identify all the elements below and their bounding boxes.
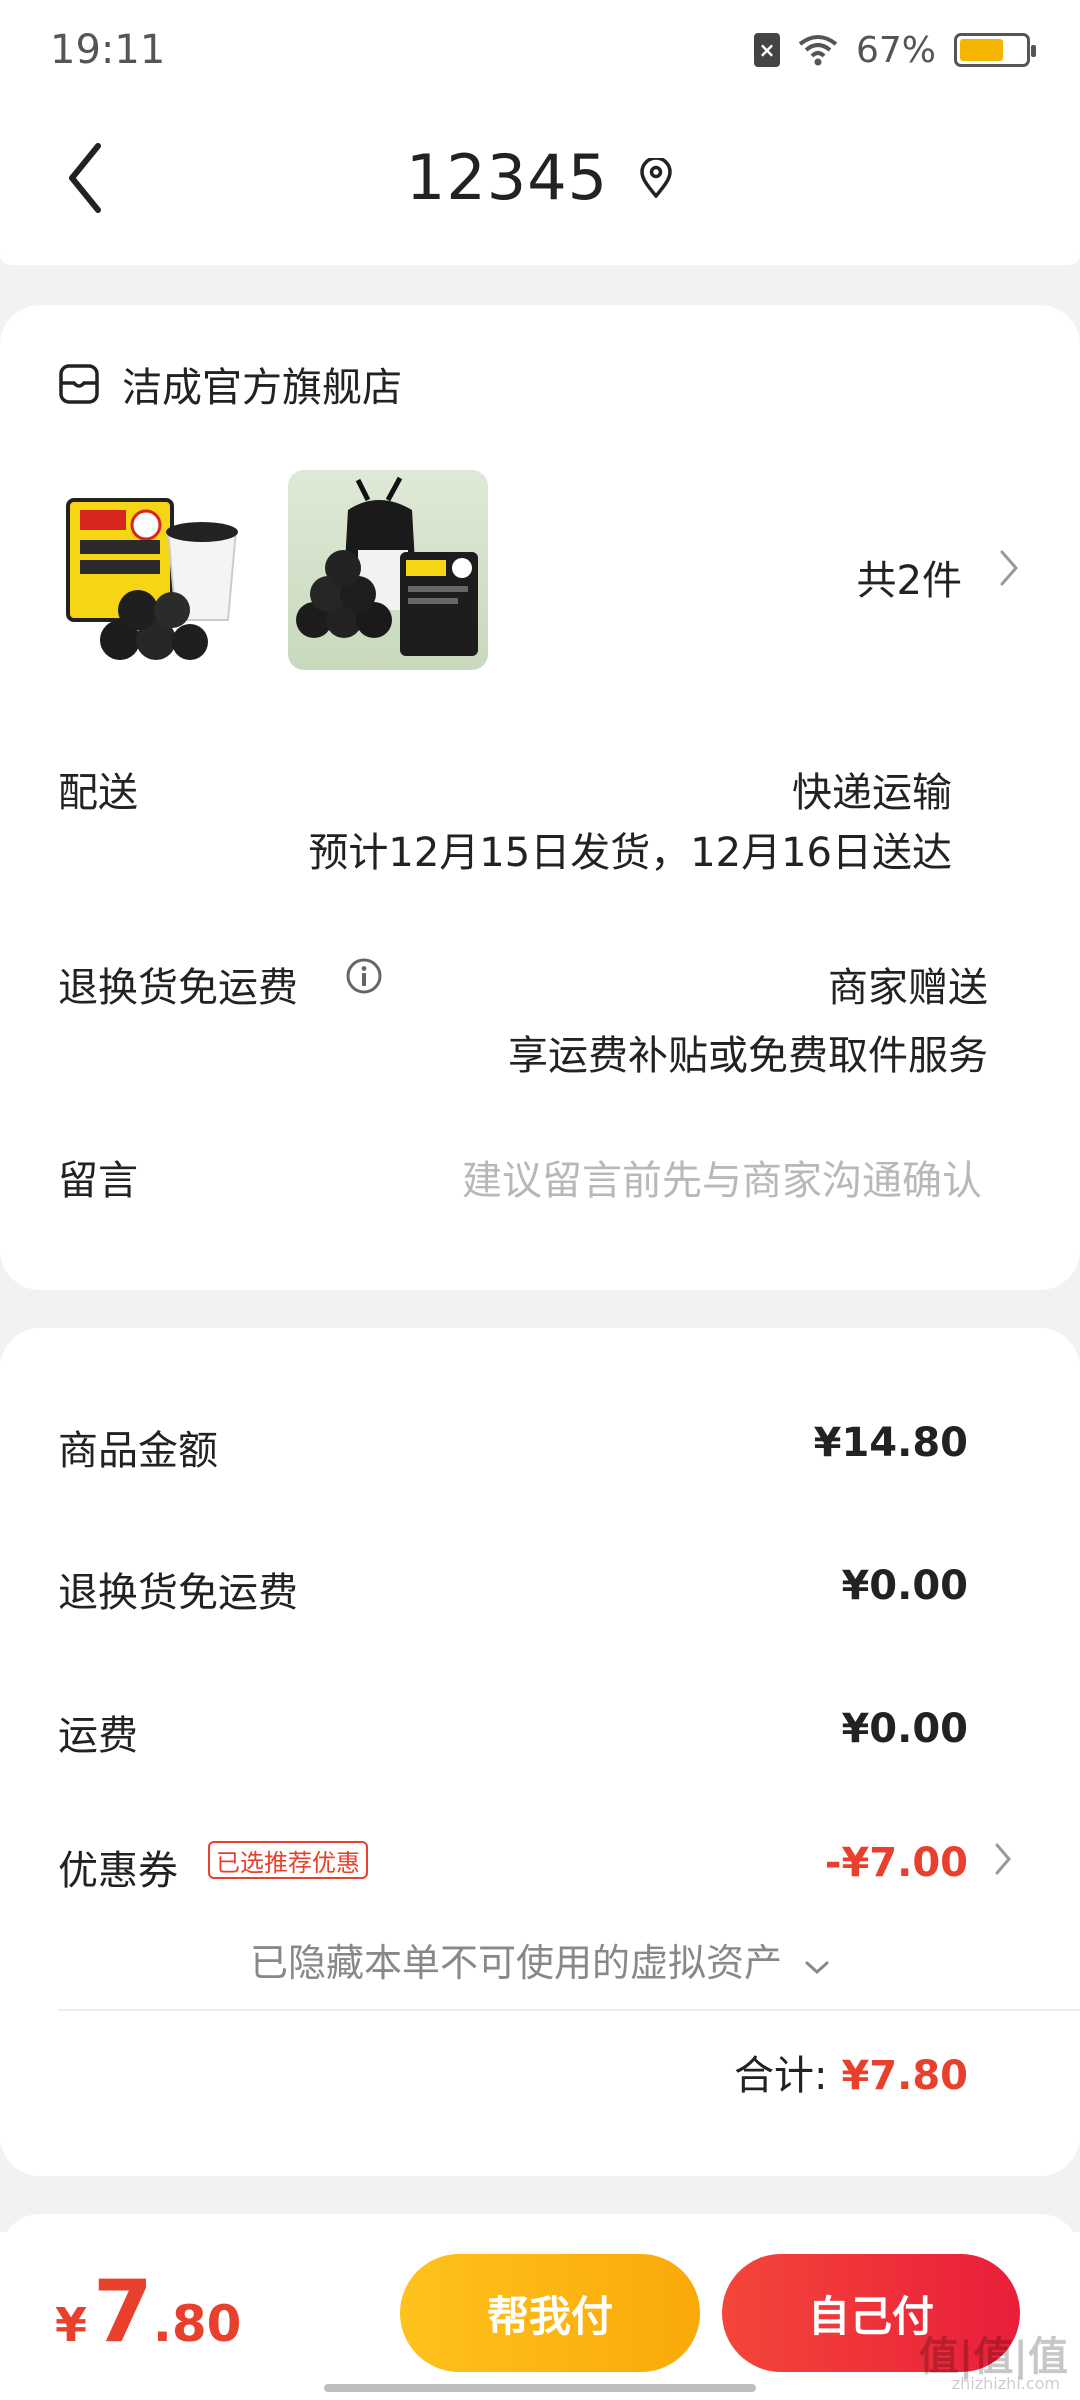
hidden-assets-text: 已隐藏本单不可使用的虚拟资产 <box>249 1941 782 1985</box>
return-shipping-provider: 商家赠送 <box>828 965 988 1011</box>
product-thumbnail[interactable] <box>60 470 260 670</box>
total-value: ¥7.80 <box>841 2053 968 2099</box>
memo-input[interactable]: 建议留言前先与商家沟通确认 <box>462 1148 982 1206</box>
delivery-label: 配送 <box>58 770 138 816</box>
watermark-url: zhizhizhi.com <box>951 2374 1060 2393</box>
coupon-label[interactable]: 优惠券 <box>58 1838 178 1896</box>
address-title[interactable]: 12345 <box>406 141 608 214</box>
shipping-fee-value: ¥0.00 <box>841 1706 968 1752</box>
goods-amount-label: 商品金额 <box>58 1428 218 1474</box>
memo-label: 留言 <box>58 1158 138 1204</box>
hidden-assets-toggle[interactable]: 已隐藏本单不可使用的虚拟资产 <box>0 1932 1080 1987</box>
coupon-badge: 已选推荐优惠 <box>208 1841 368 1879</box>
info-icon[interactable] <box>345 957 383 995</box>
nav-bar: 12345 <box>0 100 1080 255</box>
price-card: 商品金额 ¥14.80 退换货免运费 ¥0.00 运费 ¥0.00 优惠券 已选… <box>0 1328 1080 2176</box>
store-icon <box>59 364 99 404</box>
address-card-edge <box>0 255 1080 265</box>
price-decimal: .80 <box>152 2295 242 2353</box>
status-icons: × 67% <box>753 29 1036 71</box>
back-arrow-icon[interactable] <box>58 138 118 218</box>
total-label: 合计: <box>733 2053 828 2099</box>
wifi-icon <box>798 35 838 66</box>
divider <box>58 2009 1080 2011</box>
delivery-method: 快递运输 <box>792 770 952 816</box>
location-pin-icon[interactable] <box>638 157 674 198</box>
item-count[interactable]: 共2件 <box>857 548 962 606</box>
chevron-right-icon[interactable] <box>994 1842 1012 1876</box>
home-indicator[interactable] <box>324 2384 756 2392</box>
battery-fill <box>960 39 1003 61</box>
goods-amount-value: ¥14.80 <box>813 1420 968 1466</box>
store-row[interactable]: 洁成官方旗舰店 <box>58 355 402 413</box>
coupon-value[interactable]: -¥7.00 <box>825 1840 968 1886</box>
no-sim-icon: × <box>753 33 780 67</box>
return-shipping-desc: 享运费补贴或免费取件服务 <box>508 1033 988 1079</box>
order-card: 洁成官方旗舰店 共2件 配送 快递运输 预计12月15日发货，12月16日送达 … <box>0 305 1080 1290</box>
return-shipping-fee-value: ¥0.00 <box>841 1563 968 1609</box>
bottom-total-price: ¥ 7 .80 <box>55 2262 241 2362</box>
return-shipping-label: 退换货免运费 <box>58 965 298 1011</box>
price-integer: 7 <box>93 2262 153 2362</box>
help-pay-button[interactable]: 帮我付 <box>400 2254 700 2372</box>
garbage-bag-product-image <box>66 498 238 660</box>
status-bar: 19:11 × 67% <box>0 0 1080 100</box>
total-row: 合计: ¥7.80 <box>734 2043 968 2101</box>
battery-icon <box>954 33 1036 67</box>
battery-percent: 67% <box>855 29 936 71</box>
product-row[interactable]: 共2件 <box>60 470 1020 670</box>
return-shipping-fee-label: 退换货免运费 <box>58 1570 298 1616</box>
delivery-estimate: 预计12月15日发货，12月16日送达 <box>308 830 952 876</box>
chevron-down-icon <box>805 1961 829 1975</box>
bottom-action-bar: ¥ 7 .80 帮我付 自己付 值|值|值 zhizhizhi.com <box>0 2232 1080 2400</box>
chevron-right-icon[interactable] <box>998 548 1020 588</box>
product-thumbnail[interactable] <box>288 470 488 670</box>
checkout-page: 19:11 × 67% 12345 洁成官方旗舰店 共2件 配送 快递运输 预计… <box>0 0 1080 2400</box>
currency-symbol: ¥ <box>55 2298 88 2352</box>
garbage-bag-product-image <box>296 476 478 656</box>
store-name: 洁成官方旗舰店 <box>122 365 402 411</box>
shipping-fee-label: 运费 <box>58 1713 138 1759</box>
status-time: 19:11 <box>50 27 166 73</box>
